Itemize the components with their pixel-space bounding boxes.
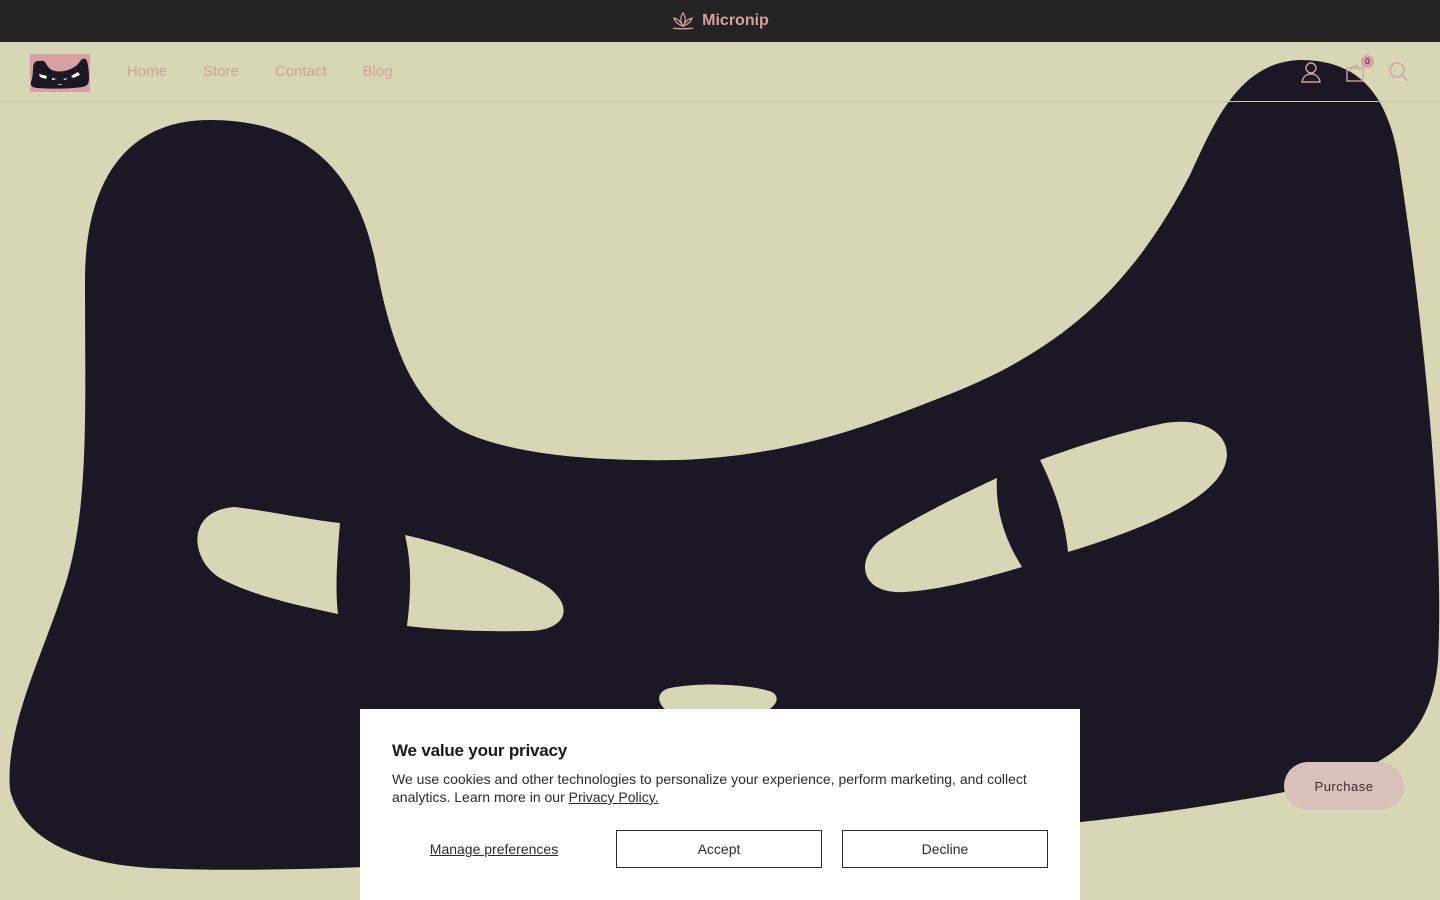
main-nav: Home Store Contact Blog	[127, 42, 393, 101]
cart-button[interactable]: 0	[1344, 54, 1374, 83]
search-button[interactable]	[1388, 61, 1410, 83]
purchase-button[interactable]: Purchase	[1284, 762, 1404, 810]
manage-preferences-button[interactable]: Manage preferences	[392, 830, 596, 868]
account-button[interactable]	[1300, 61, 1322, 83]
cookie-banner: We value your privacy We use cookies and…	[360, 709, 1080, 900]
cookie-body: We use cookies and other technologies to…	[392, 771, 1027, 805]
nav-contact[interactable]: Contact	[275, 63, 327, 80]
search-icon	[1389, 61, 1409, 81]
brand-name: Micronip	[702, 12, 769, 29]
lotus-icon	[673, 11, 694, 30]
announcement-bar: Micronip	[0, 0, 1440, 42]
cookie-actions: Manage preferences Accept Decline	[392, 830, 1048, 868]
brand-link[interactable]: Micronip	[671, 11, 769, 31]
cart-count-badge: 0	[1361, 54, 1374, 68]
nav-home[interactable]: Home	[127, 63, 167, 80]
decline-button[interactable]: Decline	[842, 830, 1048, 868]
cat-logo-icon	[30, 58, 89, 89]
cookie-text: We use cookies and other technologies to…	[392, 770, 1048, 806]
nav-store[interactable]: Store	[203, 63, 239, 80]
privacy-policy-link[interactable]: Privacy Policy.	[569, 789, 659, 805]
header-actions: 0	[1300, 42, 1410, 101]
user-icon	[1301, 61, 1321, 83]
site-logo[interactable]	[30, 54, 90, 92]
site-header: Home Store Contact Blog 0	[0, 42, 1440, 102]
nav-blog[interactable]: Blog	[363, 63, 393, 80]
accept-button[interactable]: Accept	[616, 830, 822, 868]
cookie-title: We value your privacy	[392, 741, 568, 760]
